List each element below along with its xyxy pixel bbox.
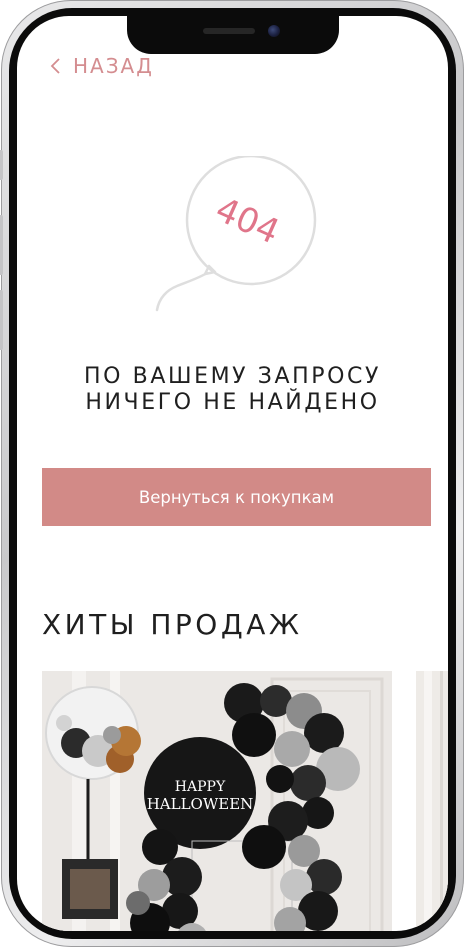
speaker-grille bbox=[203, 28, 255, 34]
error-message-line1: ПО ВАШЕМУ ЗАПРОСУ bbox=[83, 364, 382, 389]
error-message-line2: НИЧЕГО НЕ НАЙДЕНО bbox=[85, 390, 380, 415]
chevron-left-icon bbox=[50, 58, 60, 74]
product-card[interactable]: HAPPY HALLOWEEN bbox=[42, 671, 392, 931]
return-to-shopping-button[interactable]: Вернуться к покупкам bbox=[42, 468, 431, 526]
volume-down-button bbox=[0, 290, 3, 350]
product-card-next[interactable] bbox=[416, 671, 448, 931]
volume-up-button bbox=[0, 215, 3, 275]
error-code: 404 bbox=[210, 190, 286, 253]
balloon-string bbox=[155, 271, 209, 312]
product-sign-line2: HALLOWEEN bbox=[147, 795, 254, 813]
screen: НАЗАД 404 ПО ВАШЕМУ ЗАПРОСУ НИЧЕГО НЕ НА… bbox=[17, 16, 448, 931]
error-message: ПО ВАШЕМУ ЗАПРОСУ НИЧЕГО НЕ НАЙДЕНО bbox=[17, 364, 448, 416]
product-sign-line1: HAPPY bbox=[175, 779, 226, 795]
bestsellers-title: ХИТЫ ПРОДАЖ bbox=[42, 608, 303, 641]
front-camera bbox=[268, 25, 280, 37]
mute-switch bbox=[0, 150, 3, 180]
phone-frame: НАЗАД 404 ПО ВАШЕМУ ЗАПРОСУ НИЧЕГО НЕ НА… bbox=[0, 0, 464, 947]
back-link[interactable]: НАЗАД bbox=[49, 54, 154, 78]
balloon-404-illustration: 404 bbox=[155, 156, 317, 312]
notch bbox=[127, 16, 339, 54]
back-label: НАЗАД bbox=[73, 54, 154, 78]
product-image-next bbox=[416, 671, 448, 931]
product-image: HAPPY HALLOWEEN bbox=[42, 671, 392, 931]
